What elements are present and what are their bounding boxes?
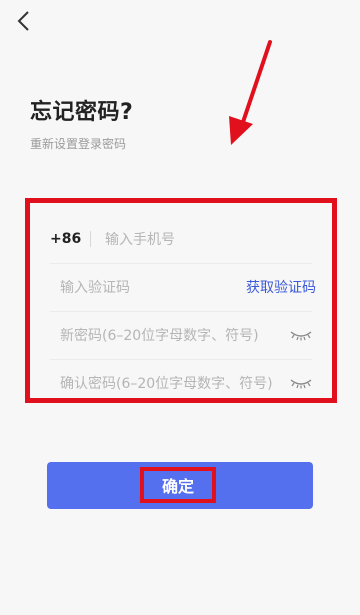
new-password-row: 新密码(6–20位字母数字、符号) (50, 311, 312, 360)
phone-row: +86 输入手机号 (50, 215, 312, 264)
annotation-highlight-box: 确定 (140, 467, 216, 503)
confirm-password-row: 确认密码(6–20位字母数字、符号) (50, 359, 312, 407)
divider (90, 231, 91, 247)
get-code-button[interactable]: 获取验证码 (246, 277, 316, 297)
page-title: 忘记密码? (30, 100, 134, 125)
back-button[interactable] (10, 10, 36, 36)
confirm-button-label: 确定 (161, 477, 194, 496)
country-code[interactable]: +86 (50, 231, 84, 247)
verification-code-input[interactable]: 输入验证码 (50, 277, 246, 297)
eye-closed-icon[interactable] (290, 377, 312, 389)
reset-password-form: +86 输入手机号 输入验证码 获取验证码 新密码(6–20位字母数字、符号) … (25, 198, 337, 403)
confirm-button[interactable]: 确定 (47, 462, 313, 509)
code-row: 输入验证码 获取验证码 (50, 263, 316, 312)
confirm-password-input[interactable]: 确认密码(6–20位字母数字、符号) (50, 373, 290, 393)
chevron-left-icon (16, 10, 30, 36)
phone-input[interactable]: 输入手机号 (105, 229, 312, 249)
eye-closed-icon[interactable] (290, 329, 312, 341)
page-subtitle: 重新设置登录密码 (30, 137, 127, 151)
new-password-input[interactable]: 新密码(6–20位字母数字、符号) (50, 325, 290, 345)
